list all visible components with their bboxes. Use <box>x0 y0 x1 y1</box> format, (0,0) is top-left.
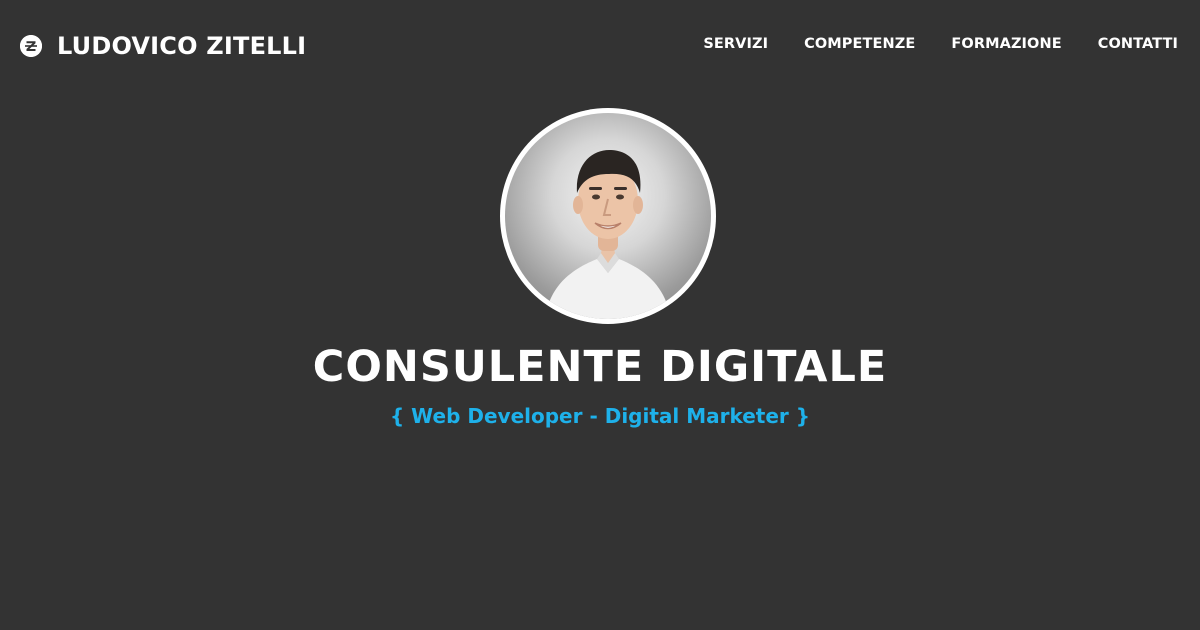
avatar <box>505 113 711 319</box>
nav-item-servizi[interactable]: SERVIZI <box>703 36 768 52</box>
nav-item-competenze[interactable]: COMPETENZE <box>804 36 915 52</box>
profile-photo-icon <box>545 149 671 319</box>
avatar-frame <box>500 108 716 324</box>
z-logo-icon <box>20 35 42 57</box>
main-nav: SERVIZI COMPETENZE FORMAZIONE CONTATTI <box>667 36 1178 52</box>
brand-link[interactable]: LUDOVICO ZITELLI <box>20 31 306 61</box>
hero-subtitle: { Web Developer - Digital Marketer } <box>389 404 810 428</box>
nav-item-formazione[interactable]: FORMAZIONE <box>951 36 1061 52</box>
hero-title: CONSULENTE DIGITALE <box>312 342 888 392</box>
brand-name: LUDOVICO ZITELLI <box>57 32 307 60</box>
site-header: LUDOVICO ZITELLI SERVIZI COMPETENZE FORM… <box>0 0 1200 92</box>
nav-item-contatti[interactable]: CONTATTI <box>1098 36 1178 52</box>
